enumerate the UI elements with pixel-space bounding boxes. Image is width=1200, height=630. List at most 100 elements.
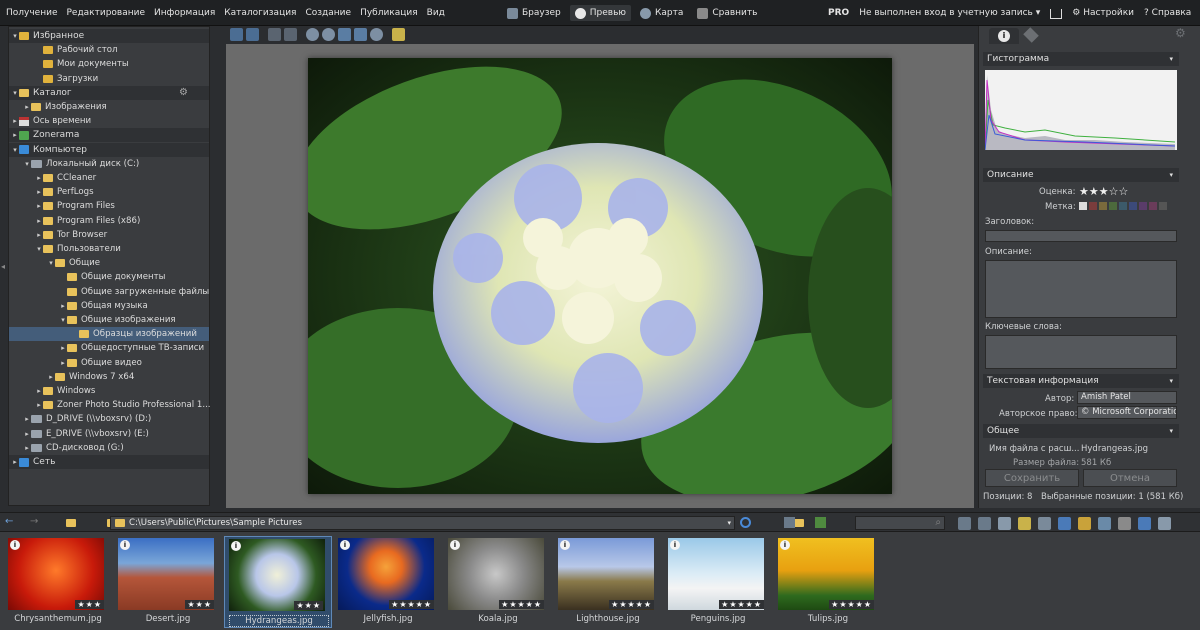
grid-view-icon[interactable]: [815, 517, 826, 528]
chevron-right-icon[interactable]: ▸: [11, 117, 19, 125]
refresh-icon[interactable]: [740, 517, 751, 528]
layout-icon[interactable]: [268, 28, 281, 41]
path-dropdown-icon[interactable]: ▾: [727, 519, 731, 527]
chevron-down-icon[interactable]: ▾: [59, 316, 67, 324]
zoom-tool-icon[interactable]: [370, 28, 383, 41]
tree-item[interactable]: ▸ Program Files: [9, 199, 115, 213]
menu-item-get[interactable]: Получение: [6, 8, 57, 18]
info-icon[interactable]: i: [670, 540, 680, 550]
general-header[interactable]: Общее ▾: [983, 424, 1179, 438]
chevron-right-icon[interactable]: ▸: [35, 387, 43, 395]
chevron-down-icon[interactable]: ▾: [23, 160, 31, 168]
image-info-icon[interactable]: [392, 28, 405, 41]
thumbnail-item[interactable]: i ★★★★★ Lighthouse.jpg: [554, 536, 662, 628]
text-info-header[interactable]: Текстовая информация ▾: [983, 374, 1179, 388]
rating-stars[interactable]: ★★★☆☆: [1079, 185, 1128, 198]
chevron-right-icon[interactable]: ▸: [11, 458, 19, 466]
rating-stars[interactable]: ★★★: [75, 600, 104, 609]
info-icon[interactable]: i: [780, 540, 790, 550]
tree-item[interactable]: Рабочий стол: [9, 43, 117, 57]
chevron-down-icon[interactable]: ▾: [11, 146, 19, 154]
info-icon[interactable]: i: [560, 540, 570, 550]
tree-item[interactable]: ▸ Общедоступные ТВ-записи: [9, 341, 204, 355]
pro-badge[interactable]: PRO: [828, 8, 849, 19]
tree-item[interactable]: ▸ Общая музыка: [9, 299, 147, 313]
zoom-in-icon[interactable]: [306, 28, 319, 41]
chevron-down-icon[interactable]: ▾: [11, 32, 19, 40]
tree-item[interactable]: ▸ CCleaner: [9, 171, 96, 185]
tree-item[interactable]: ▾ Локальный диск (C:): [9, 157, 139, 171]
cancel-button[interactable]: Отмена: [1083, 469, 1177, 487]
chevron-right-icon[interactable]: ▸: [35, 217, 43, 225]
thumbnail-item[interactable]: i ★★★ Desert.jpg: [114, 536, 222, 628]
tree-item[interactable]: Образцы изображений: [9, 327, 209, 342]
tree-item[interactable]: Общие документы: [9, 270, 165, 284]
back-icon[interactable]: [230, 28, 243, 41]
menu-item-edit[interactable]: Редактирование: [66, 8, 145, 18]
tree-item[interactable]: ▸ Windows: [9, 384, 95, 398]
histogram-header[interactable]: Гистограмма ▾: [983, 52, 1179, 66]
rating-stars[interactable]: ★★★: [294, 601, 323, 610]
help-button[interactable]: ? Справка: [1144, 8, 1191, 19]
thumbnail-item[interactable]: i ★★★ Hydrangeas.jpg: [224, 536, 332, 628]
edit-icon[interactable]: [1098, 517, 1111, 530]
parent-folder-icon[interactable]: [66, 519, 76, 527]
rating-stars[interactable]: ★★★: [185, 600, 214, 609]
crop-icon[interactable]: [284, 28, 297, 41]
tree-item[interactable]: ▾ Компьютер: [9, 142, 209, 157]
copy-icon[interactable]: [978, 517, 991, 530]
mode-compare[interactable]: Сравнить: [692, 5, 762, 21]
slideshow-icon[interactable]: [1038, 517, 1051, 530]
menu-item-info[interactable]: Информация: [154, 8, 215, 18]
menu-item-publish[interactable]: Публикация: [360, 8, 418, 18]
tree-item[interactable]: ▾ Пользователи: [9, 242, 121, 256]
properties-icon[interactable]: [1158, 517, 1171, 530]
share-icon[interactable]: [1058, 517, 1071, 530]
chevron-right-icon[interactable]: ▸: [23, 430, 31, 438]
chevron-down-icon[interactable]: ▾: [47, 259, 55, 267]
nav-forward-icon[interactable]: →: [30, 516, 42, 528]
info-icon[interactable]: i: [450, 540, 460, 550]
cart-icon[interactable]: [1050, 9, 1063, 19]
print-setup-icon[interactable]: [1118, 517, 1131, 530]
folder-sync-icon[interactable]: [793, 519, 804, 527]
tree-item[interactable]: ▾ Общие изображения: [9, 313, 175, 327]
tree-item[interactable]: ▾ Общие: [9, 256, 100, 270]
export-icon[interactable]: [1078, 517, 1091, 530]
thumbnail-item[interactable]: i ★★★★★ Jellyfish.jpg: [334, 536, 442, 628]
chevron-down-icon[interactable]: ▾: [35, 245, 43, 253]
mode-browser[interactable]: Браузер: [502, 5, 566, 21]
tree-item[interactable]: ▸ E_DRIVE (\\vboxsrv) (E:): [9, 427, 149, 441]
info-icon[interactable]: i: [340, 540, 350, 550]
description-input[interactable]: [985, 260, 1177, 318]
forward-icon[interactable]: [246, 28, 259, 41]
tree-item[interactable]: ▸ Изображения: [9, 100, 106, 114]
author-input[interactable]: Amish Patel: [1077, 391, 1177, 404]
preview-image-hydrangeas[interactable]: [278, 58, 928, 504]
panel-settings-icon[interactable]: ⚙: [1175, 26, 1186, 40]
login-dropdown[interactable]: Не выполнен вход в учетную запись ▾: [859, 8, 1040, 19]
fit-to-window-icon[interactable]: [354, 28, 367, 41]
tree-item[interactable]: ▸ CD-дисковод (G:): [9, 441, 123, 455]
chevron-right-icon[interactable]: ▸: [11, 131, 19, 139]
tab-info[interactable]: i: [989, 28, 1019, 44]
tree-item[interactable]: ▸ D_DRIVE (\\vboxsrv) (D:): [9, 412, 151, 426]
search-input[interactable]: ⌕: [855, 516, 945, 530]
tree-item[interactable]: ▸ Program Files (x86): [9, 214, 140, 228]
save-button[interactable]: Сохранить: [985, 469, 1079, 487]
chevron-right-icon[interactable]: ▸: [23, 444, 31, 452]
tree-item[interactable]: Мои документы: [9, 57, 129, 71]
menu-item-catalog[interactable]: Каталогизация: [224, 8, 296, 18]
path-input[interactable]: C:\Users\Public\Pictures\Sample Pictures…: [110, 516, 735, 530]
chevron-right-icon[interactable]: ▸: [23, 415, 31, 423]
thumbnail-item[interactable]: i ★★★★★ Tulips.jpg: [774, 536, 882, 628]
tree-item[interactable]: Загрузки: [9, 72, 98, 86]
description-header[interactable]: Описание ▾: [983, 168, 1179, 182]
web-icon[interactable]: [1138, 517, 1151, 530]
tree-item[interactable]: ▸ Zonerama: [9, 128, 209, 143]
chevron-right-icon[interactable]: ▸: [47, 373, 55, 381]
menu-item-create[interactable]: Создание: [305, 8, 351, 18]
color-label-picker[interactable]: [1079, 202, 1167, 210]
thumbnail-item[interactable]: i ★★★ Chrysanthemum.jpg: [4, 536, 112, 628]
tree-item[interactable]: ▸ PerfLogs: [9, 185, 93, 199]
